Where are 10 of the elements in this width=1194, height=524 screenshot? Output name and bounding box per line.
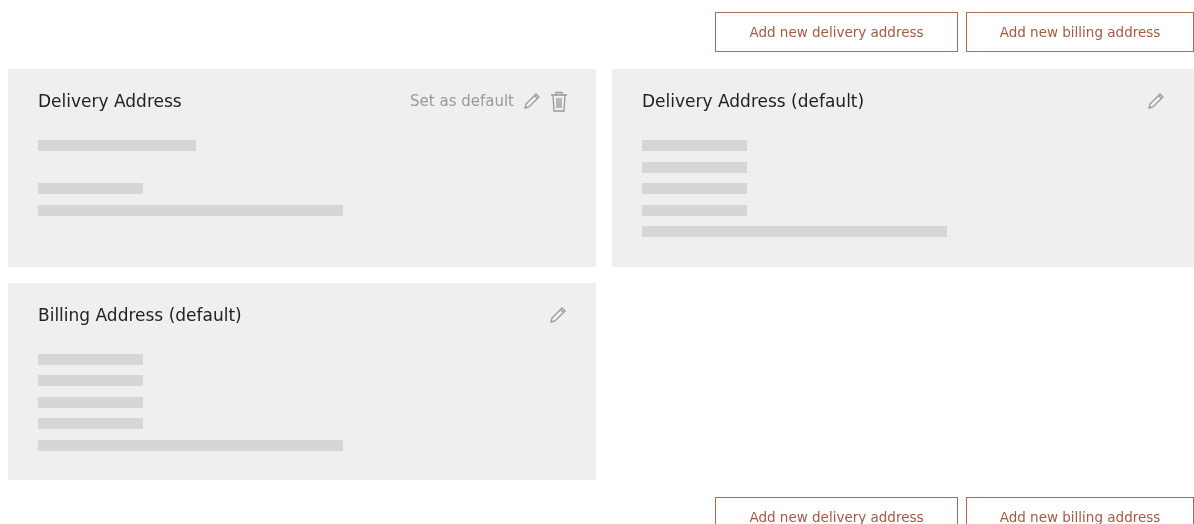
add-address-button[interactable]: Add new billing address <box>966 12 1194 52</box>
add-address-button[interactable]: Add new delivery address <box>715 12 958 52</box>
card-title: Delivery Address <box>38 91 182 111</box>
card-title: Billing Address (default) <box>38 304 242 325</box>
edit-icon[interactable] <box>1146 91 1166 111</box>
add-address-button[interactable]: Add new delivery address <box>715 497 958 524</box>
card-title: Delivery Address (default) <box>642 91 865 111</box>
add-address-button[interactable]: Add new billing address <box>966 497 1194 524</box>
delete-icon[interactable] <box>550 90 568 112</box>
edit-icon[interactable] <box>522 91 542 111</box>
